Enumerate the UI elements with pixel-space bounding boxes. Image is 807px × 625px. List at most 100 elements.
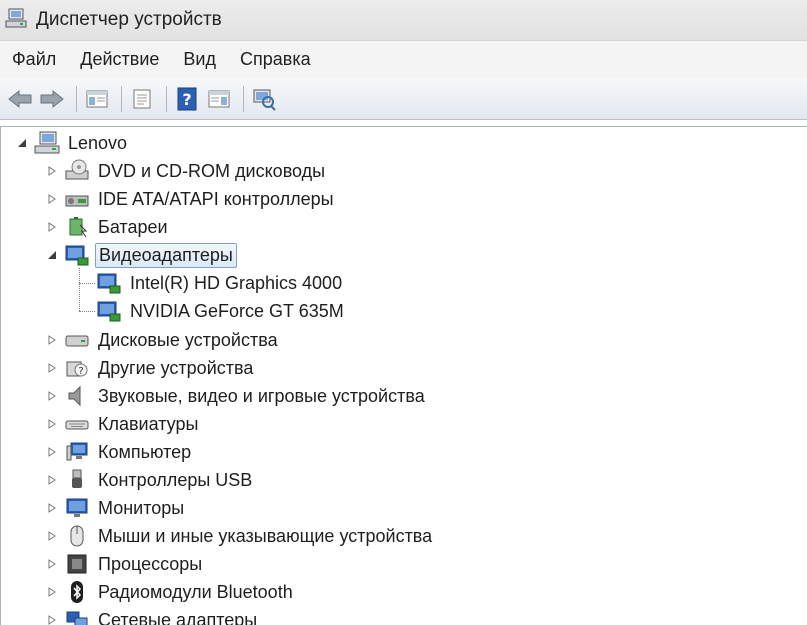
expand-arrow-icon[interactable] [45, 473, 59, 487]
monitor-icon [63, 495, 91, 521]
keyboard-icon [63, 411, 91, 437]
forward-arrow-icon [40, 89, 64, 108]
collapse-arrow-icon[interactable] [15, 136, 29, 150]
action-pane-icon [208, 90, 230, 107]
svg-text:?: ? [78, 366, 83, 377]
tree-item-label: Другие устройства [98, 357, 254, 378]
forward-button[interactable] [38, 85, 66, 113]
processor-icon [63, 551, 91, 577]
action-pane-button[interactable] [205, 85, 233, 113]
tree-item-other-devices[interactable]: ? Другие устройства [45, 354, 256, 382]
tree-connector [79, 283, 95, 284]
display-adapter-icon [63, 242, 91, 268]
tree-item-label: Мыши и иные указывающие устройства [98, 525, 433, 546]
expand-arrow-icon[interactable] [45, 164, 59, 178]
device-tree: Lenovo DVD и CD-ROM дисководы IDE ATA/AT… [0, 126, 807, 625]
tree-item-label: DVD и CD-ROM дисководы [98, 160, 326, 181]
scan-hardware-button[interactable] [250, 85, 278, 113]
toolbar-separator [76, 85, 77, 112]
properties-button[interactable] [128, 85, 156, 113]
tree-item-monitors[interactable]: Мониторы [45, 494, 187, 522]
device-manager-icon [4, 6, 28, 35]
tree-item-label: Компьютер [98, 441, 192, 462]
tree-item-keyboards[interactable]: Клавиатуры [45, 410, 201, 438]
tree-item-sound-video-game[interactable]: Звуковые, видео и игровые устройства [45, 382, 428, 410]
scan-hardware-icon [253, 89, 276, 111]
menu-bar: Файл Действие Вид Справка [0, 40, 807, 78]
ide-controller-icon [63, 186, 91, 212]
tree-item-label: Видеоадаптеры [95, 242, 237, 268]
expand-arrow-icon[interactable] [45, 529, 59, 543]
properties-icon [133, 89, 151, 108]
expand-arrow-icon[interactable] [45, 445, 59, 459]
display-adapter-icon [95, 270, 123, 296]
title-bar: Диспетчер устройств [0, 0, 807, 40]
tree-item-label: Батареи [98, 216, 168, 237]
tree-item-label: Контроллеры USB [98, 469, 253, 490]
back-button[interactable] [6, 85, 34, 113]
tree-item-label: Сетевые адаптеры [98, 609, 258, 625]
menu-action[interactable]: Действие [68, 49, 171, 70]
tree-item-network-adapters[interactable]: Сетевые адаптеры [45, 606, 260, 625]
expand-arrow-icon[interactable] [45, 389, 59, 403]
expand-arrow-icon[interactable] [45, 361, 59, 375]
expand-arrow-icon[interactable] [45, 192, 59, 206]
expand-arrow-icon[interactable] [45, 613, 59, 625]
expand-arrow-icon[interactable] [45, 557, 59, 571]
usb-icon [63, 467, 91, 493]
display-adapter-icon [95, 298, 123, 324]
tree-item-mice-pointing[interactable]: Мыши и иные указывающие устройства [45, 522, 435, 550]
tree-item-display-adapters[interactable]: Видеоадаптеры [45, 241, 237, 269]
expand-arrow-icon[interactable] [45, 417, 59, 431]
tree-child-intel-hd-graphics[interactable]: Intel(R) HD Graphics 4000 [95, 269, 345, 297]
tree-item-label: Радиомодули Bluetooth [98, 581, 293, 602]
back-arrow-icon [8, 89, 32, 108]
svg-text:?: ? [182, 90, 191, 109]
network-adapter-icon [63, 607, 91, 625]
computer-icon [33, 130, 61, 156]
tree-item-usb-controllers[interactable]: Контроллеры USB [45, 466, 255, 494]
tree-item-ide-ata[interactable]: IDE ATA/ATAPI контроллеры [45, 185, 337, 213]
tree-item-label: IDE ATA/ATAPI контроллеры [98, 188, 334, 209]
tree-item-label: Клавиатуры [98, 413, 199, 434]
tree-item-disk-drives[interactable]: Дисковые устройства [45, 326, 281, 354]
menu-help[interactable]: Справка [228, 49, 323, 70]
tree-root[interactable]: Lenovo [15, 129, 130, 157]
speaker-icon [63, 383, 91, 409]
menu-file[interactable]: Файл [0, 49, 68, 70]
tree-child-nvidia-geforce[interactable]: NVIDIA GeForce GT 635M [95, 297, 347, 325]
computer-icon [63, 439, 91, 465]
tree-item-computer[interactable]: Компьютер [45, 438, 194, 466]
expand-arrow-icon[interactable] [45, 220, 59, 234]
toolbar-separator [166, 85, 167, 112]
tree-item-label: Звуковые, видео и игровые устройства [98, 385, 425, 406]
tree-item-batteries[interactable]: Батареи [45, 213, 171, 241]
tree-item-label: Дисковые устройства [98, 329, 278, 350]
toolbar: ? [0, 78, 807, 120]
disk-drive-icon [63, 327, 91, 353]
tree-item-processors[interactable]: Процессоры [45, 550, 205, 578]
tree-item-dvd-cdrom[interactable]: DVD и CD-ROM дисководы [45, 157, 328, 185]
tree-item-bluetooth[interactable]: Радиомодули Bluetooth [45, 578, 296, 606]
tree-root-label: Lenovo [68, 132, 128, 153]
mouse-icon [63, 523, 91, 549]
tree-child-label: Intel(R) HD Graphics 4000 [130, 272, 343, 293]
collapse-arrow-icon[interactable] [45, 248, 59, 262]
tree-item-label: Мониторы [98, 497, 185, 518]
expand-arrow-icon[interactable] [45, 333, 59, 347]
tree-item-label: Процессоры [98, 553, 203, 574]
battery-icon [63, 214, 91, 240]
help-button[interactable]: ? [173, 85, 201, 113]
tree-connector [79, 311, 95, 312]
bluetooth-icon [63, 579, 91, 605]
menu-view[interactable]: Вид [171, 49, 228, 70]
console-tree-icon [86, 90, 108, 107]
expand-arrow-icon[interactable] [45, 501, 59, 515]
expand-arrow-icon[interactable] [45, 585, 59, 599]
show-hide-console-tree-button[interactable] [83, 85, 111, 113]
window-title: Диспетчер устройств [36, 9, 222, 30]
help-icon: ? [177, 87, 197, 110]
unknown-device-icon: ? [63, 355, 91, 381]
tree-connector [79, 268, 80, 311]
toolbar-separator [243, 85, 244, 112]
